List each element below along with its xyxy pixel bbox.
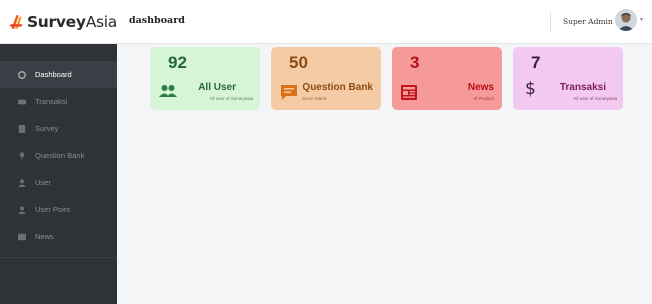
- page-title: dashboard: [129, 15, 185, 26]
- card-subtitle: of Product: [473, 96, 494, 101]
- card-value: 3: [410, 53, 420, 72]
- card-value: 7: [531, 53, 541, 72]
- card-value: 50: [289, 53, 308, 72]
- card-transaksi[interactable]: 7 $ Transaksi All user of Surveyasia: [513, 47, 623, 110]
- sidebar-item-label: Question Bank: [35, 151, 85, 160]
- card-question-bank[interactable]: 50 Question Bank Since Stand: [271, 47, 381, 110]
- survey-icon: [17, 124, 27, 134]
- brand[interactable]: SurveyAsia: [0, 0, 117, 44]
- sidebar-item-label: Dashboard: [35, 70, 72, 79]
- card-news[interactable]: 3 News of Product: [392, 47, 502, 110]
- sidebar-item-label: Survey: [35, 124, 59, 133]
- users-icon: [159, 85, 177, 97]
- card-label: Transaksi: [559, 82, 606, 93]
- sidebar-item-label: User: [35, 178, 51, 187]
- dashboard-icon: [17, 70, 27, 80]
- sidebar-nav: Dashboard Transaksi Survey Question Bank…: [0, 44, 117, 250]
- sidebar: SurveyAsia Dashboard Transaksi Survey Qu…: [0, 0, 117, 304]
- dollar-icon: $: [525, 79, 536, 99]
- card-subtitle: Since Stand: [302, 96, 327, 101]
- sidebar-item-user[interactable]: User: [0, 169, 117, 196]
- card-icon: [17, 97, 27, 107]
- topbar: dashboard Super Admin ▾: [117, 0, 652, 44]
- chevron-down-icon[interactable]: ▾: [640, 16, 643, 23]
- chat-icon: [281, 85, 297, 100]
- sidebar-item-user-point[interactable]: User Point: [0, 196, 117, 223]
- sidebar-item-survey[interactable]: Survey: [0, 115, 117, 142]
- card-label: News: [467, 82, 494, 93]
- card-label: All User: [198, 82, 236, 93]
- topbar-divider: [550, 12, 551, 32]
- card-label: Question Bank: [302, 82, 373, 93]
- card-subtitle: All user of Surveyasia: [573, 96, 617, 101]
- pin-icon: [17, 151, 27, 161]
- sidebar-item-transaksi[interactable]: Transaksi: [0, 88, 117, 115]
- sidebar-divider: [0, 257, 117, 258]
- surveyasia-logo-icon: [9, 14, 23, 29]
- user-name[interactable]: Super Admin: [563, 17, 613, 26]
- user-icon: [17, 178, 27, 188]
- avatar[interactable]: [615, 9, 637, 31]
- brand-name: SurveyAsia: [26, 12, 117, 31]
- card-value: 92: [168, 53, 187, 72]
- user-icon: [17, 205, 27, 215]
- newspaper-icon: [401, 85, 417, 100]
- sidebar-item-label: User Point: [35, 205, 71, 214]
- sidebar-item-label: News: [35, 232, 54, 241]
- sidebar-item-question-bank[interactable]: Question Bank: [0, 142, 117, 169]
- card-subtitle: All user of Surveyasia: [209, 96, 253, 101]
- card-all-user[interactable]: 92 All User All user of Surveyasia: [150, 47, 260, 110]
- sidebar-item-dashboard[interactable]: Dashboard: [0, 61, 117, 88]
- sidebar-item-news[interactable]: News: [0, 223, 117, 250]
- news-icon: [17, 232, 27, 242]
- avatar-person-icon: [615, 9, 637, 31]
- sidebar-item-label: Transaksi: [35, 97, 68, 106]
